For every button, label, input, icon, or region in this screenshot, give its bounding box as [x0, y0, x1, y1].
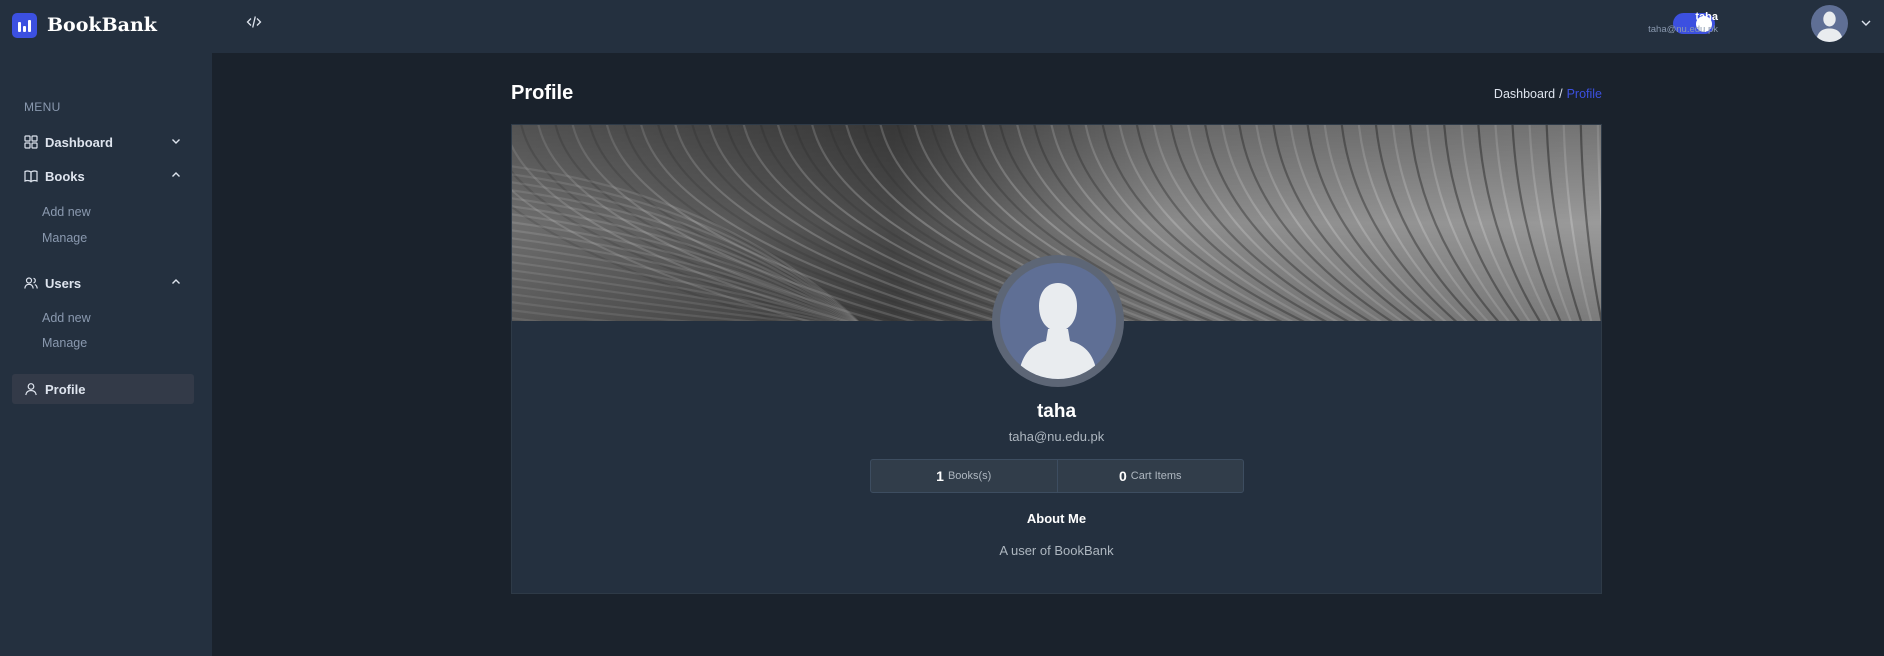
user-silhouette-icon [1816, 11, 1843, 42]
bar-chart-icon [12, 12, 37, 38]
stat-label: Books(s) [947, 470, 992, 482]
stat-label: Cart Items [1130, 470, 1182, 482]
avatar[interactable] [1811, 5, 1848, 42]
stat-value: 0 [1118, 468, 1127, 484]
about-title: About Me [1026, 511, 1087, 526]
breadcrumb: Dashboard / Profile [1494, 87, 1602, 101]
sidebar-subitem-users-manage[interactable]: Manage [42, 336, 87, 350]
header-user-email: taha@nu.edu.pk [1648, 24, 1718, 35]
user-icon [24, 382, 38, 396]
sidebar-item-label: Profile [45, 381, 86, 397]
sidebar-item-books[interactable]: Books [12, 161, 194, 191]
stat-cart-items: 0 Cart Items [1056, 460, 1244, 492]
about-text: A user of BookBank [999, 543, 1114, 558]
book-icon [24, 169, 38, 183]
sidebar-item-label: Dashboard [45, 134, 113, 150]
sidebar-item-users[interactable]: Users [12, 268, 194, 298]
chevron-down-icon [172, 139, 180, 144]
menu-title: MENU [24, 100, 61, 114]
chevron-down-icon[interactable] [1860, 18, 1872, 28]
profile-stats: 1 Books(s) 0 Cart Items [870, 459, 1244, 493]
page-title: Profile [511, 82, 574, 104]
users-icon [24, 276, 38, 290]
user-silhouette-icon [1018, 283, 1098, 379]
stat-books: 1 Books(s) [871, 460, 1057, 492]
top-header: taha taha@nu.edu.pk [212, 0, 1884, 53]
profile-avatar[interactable] [992, 255, 1124, 387]
sidebar-item-profile[interactable]: Profile [12, 374, 194, 404]
header-user-info[interactable]: taha taha@nu.edu.pk [1648, 10, 1718, 36]
chevron-up-icon [172, 279, 180, 284]
profile-card: taha taha@nu.edu.pk 1 Books(s) 0 Cart It… [511, 124, 1602, 594]
profile-email: taha@nu.edu.pk [1008, 429, 1105, 444]
breadcrumb-dashboard-link[interactable]: Dashboard [1494, 87, 1555, 101]
breadcrumb-current: Profile [1566, 87, 1602, 101]
sidebar-item-label: Users [45, 275, 82, 291]
chevron-up-icon [172, 172, 180, 177]
grid-icon [24, 135, 38, 149]
sidebar-subitem-books-manage[interactable]: Manage [42, 231, 87, 245]
app-logo[interactable]: BookBank [12, 12, 157, 38]
breadcrumb-separator: / [1559, 87, 1563, 101]
sidebar-item-label: Books [45, 168, 85, 184]
sidebar-item-dashboard[interactable]: Dashboard [12, 127, 194, 157]
sidebar-toggle-code-icon[interactable] [246, 15, 262, 29]
sidebar: BookBank MENU Dashboard Books Add new Ma… [0, 0, 212, 656]
header-user-name: taha [1695, 11, 1718, 23]
stat-value: 1 [936, 468, 944, 484]
app-name: BookBank [47, 14, 157, 36]
sidebar-subitem-books-add-new[interactable]: Add new [42, 205, 91, 219]
profile-name: taha [1036, 401, 1077, 422]
sidebar-subitem-users-add-new[interactable]: Add new [42, 311, 91, 325]
